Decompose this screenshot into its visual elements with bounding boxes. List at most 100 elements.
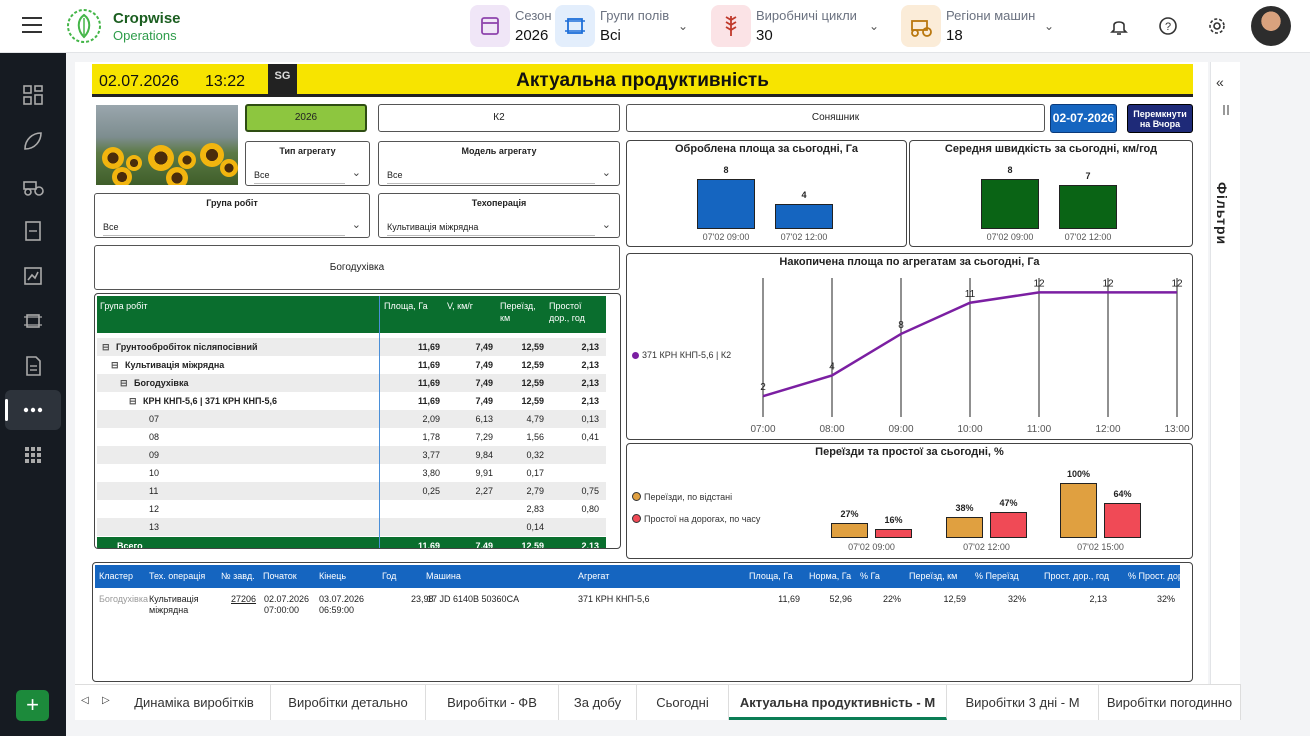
- table-header-cell[interactable]: Кінець: [319, 571, 346, 581]
- chart-bar: [990, 512, 1027, 538]
- legend-dot: [632, 492, 641, 501]
- tab-item[interactable]: Динаміка виробітків: [118, 685, 271, 720]
- field-group-selector[interactable]: Групи полів Всі ⌄: [555, 5, 695, 47]
- row-value: 2,79: [526, 486, 544, 496]
- date-button[interactable]: 02-07-2026: [1050, 104, 1117, 133]
- unit-type-dropdown[interactable]: Тип агрегату Все ⌄: [245, 141, 370, 186]
- apps-grid-icon[interactable]: [21, 443, 45, 467]
- document-icon[interactable]: [21, 354, 45, 378]
- table-header-cell[interactable]: Агрегат: [578, 571, 609, 581]
- matrix-row[interactable]: ⊟ Культивація міжрядна 11,69 7,49 12,59 2,13: [97, 356, 606, 374]
- data-label: 11: [965, 289, 976, 300]
- matrix-row[interactable]: 12 2,83 0,80: [97, 500, 606, 518]
- brand-product: Operations: [113, 28, 177, 43]
- tech-operation-dropdown[interactable]: Техоперація Культивація міжрядна ⌄: [378, 193, 620, 238]
- matrix-row[interactable]: 10 3,80 9,91 0,17: [97, 464, 606, 482]
- more-icon[interactable]: [5, 390, 61, 430]
- table-header-cell[interactable]: Початок: [263, 571, 297, 581]
- menu-icon[interactable]: [22, 17, 42, 33]
- crop-slicer[interactable]: Соняшник: [626, 104, 1045, 132]
- table-header-cell[interactable]: % Га: [860, 571, 880, 581]
- tab-item[interactable]: Виробітки 3 дні - М: [947, 685, 1099, 720]
- help-icon[interactable]: ?: [1157, 15, 1179, 37]
- switch-yesterday-button[interactable]: Перемкнути на Вчора: [1127, 104, 1193, 133]
- analytics-icon[interactable]: [21, 264, 45, 288]
- matrix-row[interactable]: 08 1,78 7,29 1,56 0,41: [97, 428, 606, 446]
- tab-next-icon[interactable]: ▷: [102, 695, 110, 706]
- unit-model-dropdown[interactable]: Модель агрегату Все ⌄: [378, 141, 620, 186]
- tab-prev-icon[interactable]: ◁: [81, 695, 89, 706]
- field-icon[interactable]: [21, 309, 45, 333]
- table-header-cell[interactable]: № завд.: [221, 571, 255, 581]
- matrix-row[interactable]: 09 3,77 9,84 0,32: [97, 446, 606, 464]
- season-selector[interactable]: Сезон 2026: [470, 5, 552, 47]
- matrix-row[interactable]: ⊟ Грунтообробіток післяпосівний 11,69 7,49 1…: [97, 338, 606, 356]
- table-header-cell[interactable]: Тех. операція: [149, 571, 205, 581]
- row-value: 12,59: [521, 396, 544, 406]
- matrix-row[interactable]: ⊟ КРН КНП-5,6 | 371 КРН КНП-5,6 11,69 7,49 1…: [97, 392, 606, 410]
- machine-region-selector[interactable]: Регіони машин 18 ⌄: [901, 5, 1061, 47]
- data-label: 47%: [999, 498, 1018, 509]
- row-label: Богодухівка: [134, 378, 189, 388]
- x-tick-label: 08:00: [819, 424, 844, 435]
- crop-icon[interactable]: [21, 129, 45, 153]
- bell-icon[interactable]: [1108, 15, 1130, 37]
- chevron-down-icon: ⌄: [869, 19, 880, 33]
- filters-panel[interactable]: « Фільтри: [1210, 62, 1240, 684]
- table-header-cell[interactable]: Кластер: [99, 571, 133, 581]
- table-header-cell[interactable]: Прост. дор., год: [1044, 571, 1109, 581]
- chart-bar: [1104, 502, 1141, 538]
- row-value: 9,84: [475, 450, 493, 460]
- tractor-icon[interactable]: [21, 174, 45, 198]
- collapse-toggle-icon[interactable]: ⊟: [129, 396, 137, 407]
- data-label: 4: [829, 361, 835, 372]
- tab-item[interactable]: Виробітки погодинно: [1099, 685, 1241, 720]
- table-cell: 52,96: [829, 594, 852, 604]
- table-header-cell[interactable]: Год: [382, 571, 396, 581]
- add-button[interactable]: +: [16, 690, 49, 721]
- tab-item[interactable]: Сьогодні: [637, 685, 729, 720]
- chart-bar: [1059, 185, 1117, 229]
- tab-item[interactable]: За добу: [559, 685, 637, 720]
- table-header-cell[interactable]: % Переїзд: [975, 571, 1019, 581]
- collapse-toggle-icon[interactable]: ⊟: [102, 342, 110, 353]
- tab-item[interactable]: Виробітки - ФВ: [426, 685, 559, 720]
- total-value: 11,69: [417, 541, 440, 549]
- table-header-cell[interactable]: Норма, Га: [809, 571, 851, 581]
- matrix-row[interactable]: 11 0,25 2,27 2,79 0,75: [97, 482, 606, 500]
- chart-bar: [946, 517, 983, 538]
- row-label: 12: [149, 504, 160, 514]
- table-cell[interactable]: 27206: [231, 594, 259, 605]
- row-label: КРН КНП-5,6 | 371 КРН КНП-5,6: [143, 396, 277, 406]
- matrix-total-row: Всего 11,69 7,49 12,59 2,13: [97, 537, 606, 549]
- table-header-cell[interactable]: Машина: [426, 571, 461, 581]
- collapse-toggle-icon[interactable]: ⊟: [120, 378, 128, 389]
- year-slicer-button[interactable]: 2026: [245, 104, 367, 132]
- collapse-toggle-icon[interactable]: ⊟: [111, 360, 119, 371]
- dropdown-value: Все: [254, 166, 345, 184]
- matrix-row[interactable]: 07 2,09 6,13 4,79 0,13: [97, 410, 606, 428]
- x-tick-label: 07'02 15:00: [1077, 542, 1124, 552]
- report-icon[interactable]: [21, 219, 45, 243]
- chevron-down-icon: ⌄: [351, 167, 361, 179]
- table-header-cell[interactable]: % Прост. дор.: [1128, 571, 1185, 581]
- x-tick-label: 07'02 09:00: [986, 232, 1034, 242]
- crop-cycle-selector[interactable]: Виробничі цикли 30 ⌄: [711, 5, 886, 47]
- chart-bar: [1060, 483, 1097, 538]
- field-slicer[interactable]: К2: [378, 104, 620, 132]
- tab-item[interactable]: Виробітки детально: [271, 685, 426, 720]
- row-value: 7,49: [475, 342, 493, 352]
- table-header-cell[interactable]: Переїзд, км: [909, 571, 957, 581]
- dashboard-icon[interactable]: [21, 83, 45, 107]
- collapse-icon[interactable]: «: [1216, 74, 1224, 90]
- work-group-dropdown[interactable]: Група робіт Все ⌄: [94, 193, 370, 238]
- table-header-cell[interactable]: Площа, Га: [749, 571, 793, 581]
- cluster-slicer[interactable]: Богодухівка: [94, 245, 620, 290]
- cropwise-logo-icon: [67, 9, 101, 43]
- matrix-row[interactable]: 13 0,14: [97, 518, 606, 536]
- gear-icon[interactable]: [1206, 15, 1228, 37]
- matrix-row[interactable]: ⊟ Богодухівка 11,69 7,49 12,59 2,13: [97, 374, 606, 392]
- avatar[interactable]: [1251, 6, 1291, 46]
- tab-item[interactable]: Актуальна продуктивність - М: [729, 685, 947, 720]
- x-tick-label: 09:00: [888, 424, 913, 435]
